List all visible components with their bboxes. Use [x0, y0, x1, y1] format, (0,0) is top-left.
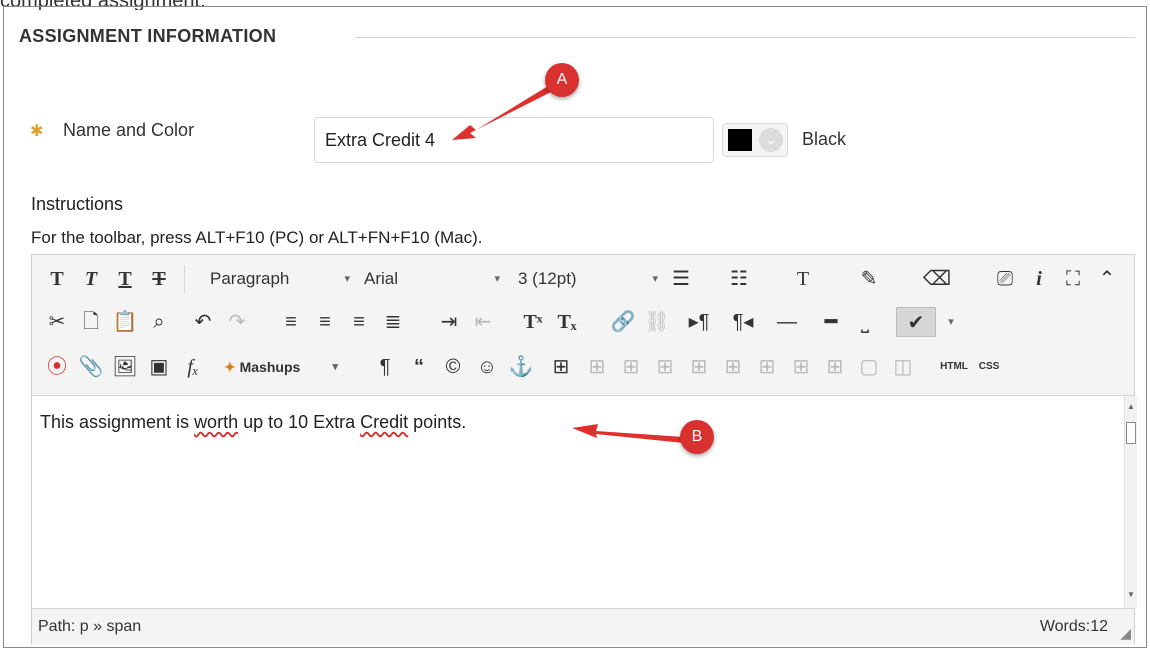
align-left-icon[interactable]: ≡ [276, 307, 306, 337]
editor-toolbar: T T T T Paragraph ▾ Arial ▾ 3 (12pt) ▾ ☰ ☷ … [32, 255, 1134, 396]
thick-line-icon[interactable]: ━ [816, 307, 846, 337]
superscript-icon[interactable]: Tˣ [518, 307, 548, 337]
strikethrough-icon[interactable]: T [144, 264, 174, 294]
instructions-label: Instructions [31, 194, 124, 214]
word-count: Words:12 [1039, 618, 1108, 635]
format-select[interactable]: Paragraph ▾ [210, 265, 350, 293]
text-editor: T T T T Paragraph ▾ Arial ▾ 3 (12pt) ▾ ☰ ☷ … [31, 254, 1137, 644]
text-segment: This assignment is [40, 412, 195, 432]
insert-col-before-icon[interactable]: ⊞ [752, 352, 782, 382]
size-select[interactable]: 3 (12pt) ▾ [518, 265, 658, 293]
math-icon[interactable]: fₓ [178, 352, 208, 382]
fullscreen-icon[interactable]: ⛶ [1058, 264, 1088, 294]
unlink-icon[interactable]: ⛓ [642, 307, 672, 337]
attach-icon[interactable]: 📎 [76, 352, 106, 382]
toolbar-row-1: T T T T Paragraph ▾ Arial ▾ 3 (12pt) ▾ ☰ ☷ … [32, 261, 1134, 297]
text-color-icon[interactable]: T [788, 264, 818, 294]
section-title: ASSIGNMENT INFORMATION [19, 26, 277, 46]
table-row-props-icon[interactable]: ⊞ [582, 352, 612, 382]
misspelled-word[interactable]: Credit [360, 412, 408, 432]
name-field-label: Name and Color [63, 120, 195, 140]
subscript-icon[interactable]: Tₓ [552, 307, 582, 337]
ltr-icon[interactable]: ▸¶ [684, 307, 714, 337]
align-center-icon[interactable]: ≡ [310, 307, 340, 337]
blockquote-icon[interactable]: “ [404, 352, 434, 382]
redo-icon[interactable]: ↷ [222, 307, 252, 337]
outdent-icon[interactable]: ⇤ [468, 307, 498, 337]
chevron-down-icon[interactable]: ⌄ [759, 128, 783, 152]
mashups-icon: ✦ [224, 359, 236, 375]
paragraph-mark-icon[interactable]: ¶ [370, 352, 400, 382]
css-button[interactable]: CSS [972, 352, 1006, 382]
editor-statusbar: Path: p » span Words:12 ◢ [32, 608, 1134, 644]
justify-icon[interactable]: ≣ [378, 307, 408, 337]
font-select[interactable]: Arial ▾ [364, 265, 500, 293]
record-icon[interactable]: ⦿ [42, 352, 72, 382]
info-icon[interactable]: i [1024, 264, 1054, 294]
rtl-icon[interactable]: ¶◂ [728, 307, 758, 337]
html-button[interactable]: HTML [934, 352, 974, 382]
editor-content[interactable]: This assignment is worth up to 10 Extra … [32, 396, 1124, 608]
callout-b: B [680, 420, 714, 454]
horizontal-line-icon[interactable]: — [772, 307, 802, 337]
mashups-select[interactable]: ✦ Mashups ▾ [224, 353, 338, 381]
merge-cells-icon[interactable]: ◫ [888, 352, 918, 382]
link-icon[interactable]: 🔗 [608, 307, 638, 337]
nonbreaking-space-icon[interactable]: ⎵ [850, 307, 880, 337]
bold-icon[interactable]: T [42, 264, 72, 294]
undo-icon[interactable]: ↶ [188, 307, 218, 337]
eraser-icon[interactable]: ⌫ [922, 264, 952, 294]
media-icon[interactable]: ▣ [144, 352, 174, 382]
toolbar-separator [184, 265, 185, 293]
insert-col-after-icon[interactable]: ⊞ [786, 352, 816, 382]
toolbar-hint: For the toolbar, press ALT+F10 (PC) or A… [31, 228, 483, 247]
text-segment: up to 10 Extra [238, 412, 361, 432]
delete-col-icon[interactable]: ⊞ [820, 352, 850, 382]
toolbar-row-2: ✂ 🗋 📋 ⌕ ↶ ↷ ≡ ≡ ≡ ≣ ⇥ ⇤ Tˣ Tₓ 🔗 ⛓ ▸¶ ¶◂ … [32, 304, 1134, 340]
table-icon[interactable]: ⊞ [546, 352, 576, 382]
delete-row-icon[interactable]: ⊞ [718, 352, 748, 382]
editor-text[interactable]: This assignment is worth up to 10 Extra … [40, 412, 466, 433]
callout-a: A [545, 63, 579, 97]
insert-row-after-icon[interactable]: ⊞ [684, 352, 714, 382]
table-cell-props-icon[interactable]: ⊞ [616, 352, 646, 382]
editor-scrollbar[interactable]: ▲ ▼ [1124, 396, 1137, 608]
anchor-icon[interactable]: ⚓ [506, 352, 536, 382]
emoticon-icon[interactable]: ☺ [472, 352, 502, 382]
resize-handle-icon[interactable]: ◢ [1120, 625, 1131, 642]
copy-icon[interactable]: 🗋 [76, 307, 106, 337]
element-path: Path: p » span [38, 618, 142, 635]
split-cells-icon[interactable]: ▢ [854, 352, 884, 382]
highlight-icon[interactable]: ✎ [854, 264, 884, 294]
image-icon[interactable]: 🖼 [110, 352, 140, 382]
scroll-down-icon[interactable]: ▼ [1127, 590, 1135, 599]
underline-icon[interactable]: T [110, 264, 140, 294]
text-segment: points. [408, 412, 467, 432]
color-name-label: Black [802, 129, 847, 149]
preview-icon[interactable]: ⎚ [990, 264, 1020, 294]
color-swatch [728, 129, 752, 151]
align-right-icon[interactable]: ≡ [344, 307, 374, 337]
insert-row-before-icon[interactable]: ⊞ [650, 352, 680, 382]
indent-icon[interactable]: ⇥ [434, 307, 464, 337]
italic-icon[interactable]: T [76, 264, 106, 294]
name-input[interactable] [314, 117, 714, 163]
misspelled-word[interactable]: worth [194, 412, 238, 432]
scrollbar-thumb[interactable] [1126, 422, 1136, 444]
find-icon[interactable]: ⌕ [144, 307, 174, 337]
toolbar-row-3: ⦿ 📎 🖼 ▣ fₓ ✦ Mashups ▾ ¶ “ © ☺ ⚓ ⊞ ⊞ ⊞ ⊞ … [32, 349, 1134, 385]
spellcheck-icon[interactable]: ✔ [896, 307, 936, 337]
copyright-icon[interactable]: © [438, 352, 468, 382]
numbered-list-icon[interactable]: ☷ [724, 264, 754, 294]
collapse-icon[interactable]: ⌃ [1092, 264, 1122, 294]
color-picker[interactable]: ⌄ [722, 123, 788, 157]
required-star-icon: ✱ [30, 123, 44, 140]
section-divider [355, 37, 1135, 38]
spellcheck-dropdown-icon[interactable]: ▾ [936, 307, 966, 337]
cut-icon[interactable]: ✂ [42, 307, 72, 337]
paste-icon[interactable]: 📋 [110, 307, 140, 337]
bullet-list-icon[interactable]: ☰ [666, 264, 696, 294]
scroll-up-icon[interactable]: ▲ [1127, 402, 1135, 411]
